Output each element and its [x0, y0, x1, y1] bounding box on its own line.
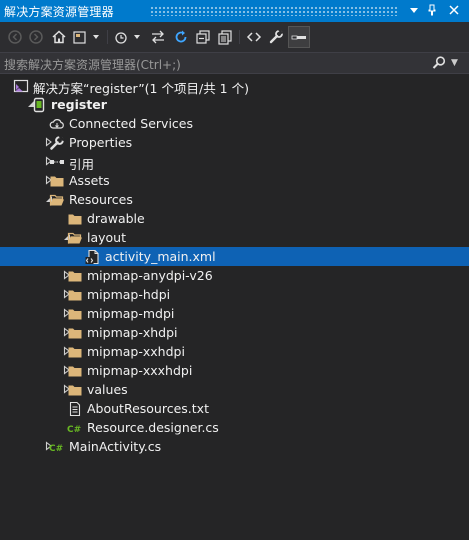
tree-item[interactable]: mipmap-xhdpi [0, 323, 469, 342]
search-input[interactable]: 搜索解决方案资源管理器(Ctrl+;) [4, 56, 181, 73]
folder-icon [49, 173, 65, 189]
tree-item[interactable]: mipmap-anydpi-v26 [0, 266, 469, 285]
tree-item[interactable]: Resources [0, 190, 469, 209]
wrench-icon [49, 135, 65, 151]
tree-item-label: mipmap-anydpi-v26 [87, 268, 213, 283]
tree-item-label: Assets [69, 173, 110, 188]
folder-icon [67, 363, 83, 379]
tree-item[interactable]: mipmap-hdpi [0, 285, 469, 304]
sync-with-active-document-icon[interactable] [149, 28, 167, 46]
tree-item[interactable]: layout [0, 228, 469, 247]
csharp-file-icon [67, 420, 83, 436]
search-bar[interactable]: 搜索解决方案资源管理器(Ctrl+;) ▼ [0, 52, 469, 74]
references-icon [49, 154, 65, 170]
folder-icon [67, 382, 83, 398]
panel-title: 解决方案资源管理器 [4, 5, 114, 19]
tree-item-label: Properties [69, 135, 133, 150]
tree-item-label: MainActivity.cs [69, 439, 162, 454]
tree-item-label: Resources [69, 192, 133, 207]
refresh-icon[interactable] [172, 28, 190, 46]
tree-item[interactable]: 解决方案“register”(1 个项目/共 1 个) [0, 76, 469, 96]
tree-item[interactable]: MainActivity.cs [0, 437, 469, 456]
tree-item-label: register [51, 97, 107, 112]
tree-item[interactable]: mipmap-xxhdpi [0, 342, 469, 361]
titlebar-grip[interactable] [150, 6, 399, 16]
tree-item-label: mipmap-xxxhdpi [87, 363, 193, 378]
folder-icon [67, 306, 83, 322]
tree-item-label: Resource.designer.cs [87, 420, 219, 435]
xml-file-icon [85, 249, 101, 265]
preview-selected-items-icon[interactable] [288, 26, 310, 48]
folder-icon [67, 268, 83, 284]
folder-icon [67, 325, 83, 341]
folder-icon [67, 344, 83, 360]
folder-icon [67, 211, 83, 227]
text-file-icon [67, 401, 83, 417]
panel-titlebar: 解决方案资源管理器 [0, 0, 469, 22]
home-icon[interactable] [50, 28, 68, 46]
tree-item[interactable]: Properties [0, 133, 469, 152]
folder-open-icon [49, 192, 65, 208]
tree-item-label: mipmap-hdpi [87, 287, 171, 302]
collapse-all-icon[interactable] [194, 28, 212, 46]
tree-item-label: mipmap-mdpi [87, 306, 175, 321]
tree-item[interactable]: mipmap-mdpi [0, 304, 469, 323]
back-icon[interactable] [6, 28, 24, 46]
tree-item[interactable]: Resource.designer.cs [0, 418, 469, 437]
tree-item-label: drawable [87, 211, 145, 226]
view-code-icon[interactable] [245, 28, 263, 46]
tree-item-label: activity_main.xml [105, 249, 216, 264]
folder-open-icon [67, 230, 83, 246]
tree-item[interactable]: Connected Services [0, 114, 469, 133]
pin-icon[interactable] [424, 2, 440, 18]
tree-item-label: mipmap-xhdpi [87, 325, 178, 340]
tree-item[interactable]: Assets [0, 171, 469, 190]
android-project-icon [31, 97, 47, 113]
tree-item[interactable]: activity_main.xml [0, 247, 469, 266]
tree-item[interactable]: mipmap-xxxhdpi [0, 361, 469, 380]
tree-item[interactable]: values [0, 380, 469, 399]
tree-item-label: layout [87, 230, 127, 245]
tree-item[interactable]: drawable [0, 209, 469, 228]
solution-icon [13, 78, 29, 94]
properties-icon[interactable] [267, 28, 285, 46]
tree-item-label: values [87, 382, 128, 397]
pending-changes-filter-icon[interactable] [114, 28, 144, 46]
dropdown-icon[interactable] [406, 2, 422, 18]
switch-views-icon[interactable] [72, 28, 102, 46]
close-icon[interactable] [446, 2, 462, 18]
forward-icon[interactable] [27, 28, 45, 46]
folder-icon [67, 287, 83, 303]
tree-item-label: AboutResources.txt [87, 401, 209, 416]
show-all-files-icon[interactable] [216, 28, 234, 46]
connected-services-icon [49, 116, 65, 132]
search-options-dropdown-icon[interactable]: ▼ [451, 56, 461, 70]
tree-item[interactable]: AboutResources.txt [0, 399, 469, 418]
tree-item[interactable]: 引用 [0, 152, 469, 172]
tree-item-label: mipmap-xxhdpi [87, 344, 185, 359]
tree-item-label: Connected Services [69, 116, 193, 131]
tree-item[interactable]: register [0, 95, 469, 114]
solution-explorer-toolbar [0, 22, 469, 52]
csharp-file-icon [49, 439, 65, 455]
search-icon[interactable] [431, 55, 447, 71]
